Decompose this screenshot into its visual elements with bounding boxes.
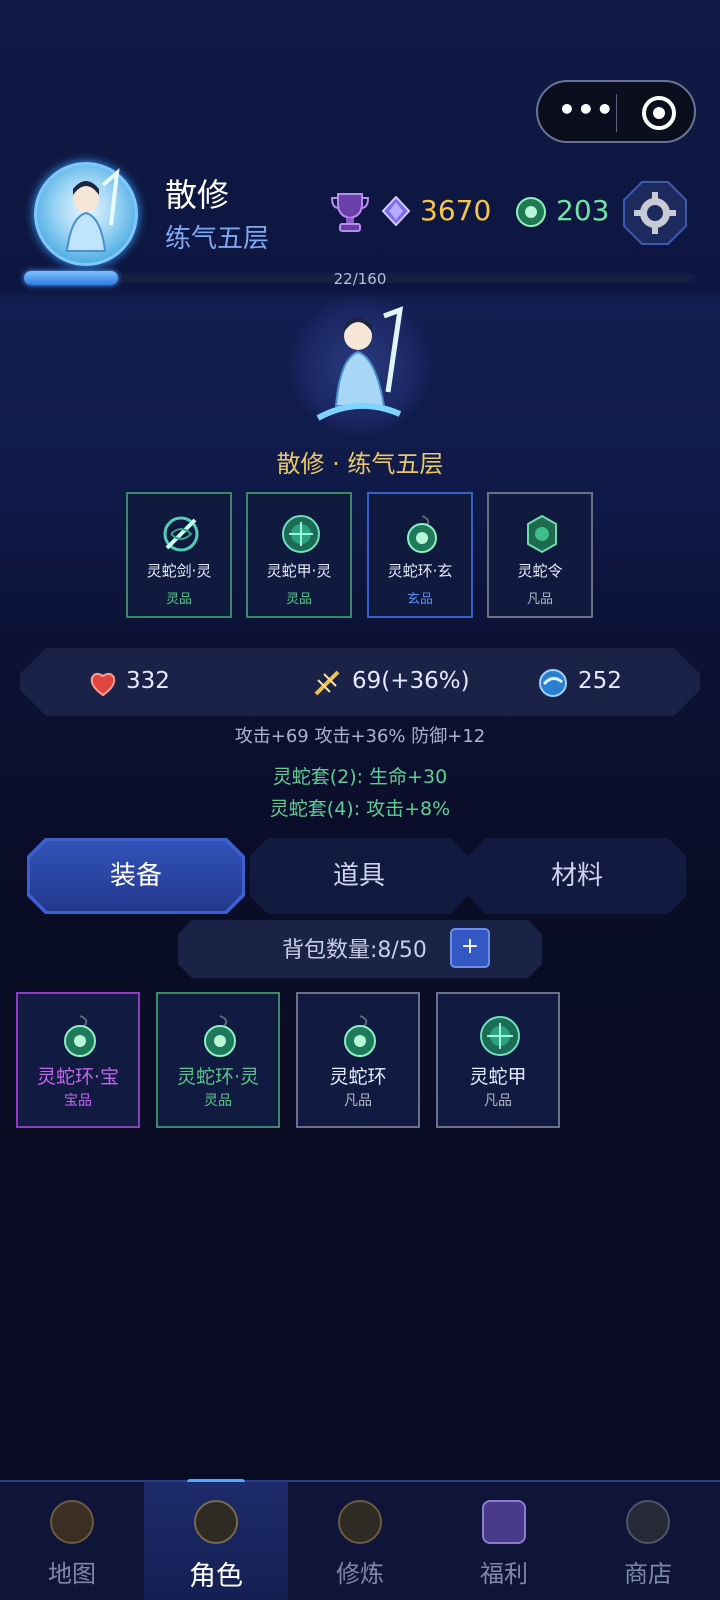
trophy-icon[interactable] [330,188,370,234]
tab-label: 装备 [109,861,162,891]
settings-gear-icon[interactable] [622,180,688,246]
inventory-item[interactable]: 灵蛇环·宝 宝品 [16,992,140,1128]
more-options-icon[interactable]: ••• [558,96,614,124]
tab-items[interactable]: 道具 [250,838,468,914]
item-name: 灵蛇环 [329,1066,387,1088]
ring-icon [402,514,442,554]
expand-bag-button[interactable]: + [450,928,490,968]
item-quality: 凡品 [344,1093,372,1109]
item-quality: 灵品 [204,1093,232,1109]
hero-portrait [288,296,432,436]
equip-slot-armor[interactable]: 灵蛇甲·灵 灵品 [246,492,352,618]
jade-count: 203 [556,194,610,227]
nav-label: 修炼 [336,1560,384,1588]
armor-icon [281,514,321,554]
jade-icon [515,196,547,228]
inventory-item[interactable]: 灵蛇环·灵 灵品 [156,992,280,1128]
tab-label: 道具 [332,861,385,891]
bonus-stats: 攻击+69 攻击+36% 防御+12 [234,726,486,747]
set-bonus-4: 灵蛇套(4): 攻击+8% [269,798,451,820]
hp-value: 332 [126,668,170,694]
equip-quality: 玄品 [406,592,433,607]
spirit-stone-icon [381,195,411,227]
shop-icon [626,1500,670,1544]
nav-shop[interactable]: 商店 [576,1482,720,1600]
defense-icon [538,668,568,698]
token-icon [522,514,562,554]
capsule-divider [616,94,617,132]
equip-quality: 灵品 [285,592,312,607]
item-name: 灵蛇甲 [469,1066,527,1088]
item-quality: 宝品 [64,1093,92,1109]
defense-value: 252 [578,668,622,694]
miniprogram-capsule: ••• [536,80,696,143]
tab-label: 材料 [550,861,603,891]
attack-value: 69(+36%) [352,668,470,694]
map-icon [50,1500,94,1544]
tab-equipment[interactable]: 装备 [27,838,245,914]
hp-icon [88,668,118,698]
nav-cultivate[interactable]: 修炼 [288,1482,432,1600]
equip-slot-token[interactable]: 灵蛇令 凡品 [487,492,593,618]
equip-name: 灵蛇甲·灵 [266,562,332,580]
close-miniprogram-icon[interactable] [642,96,676,130]
item-name: 灵蛇环·灵 [176,1066,260,1088]
spirit-stone-count: 3670 [420,194,492,227]
nav-label: 角色 [189,1561,243,1592]
tab-materials[interactable]: 材料 [468,838,686,914]
cultivate-icon [338,1500,382,1544]
set-bonus-2: 灵蛇套(2): 生命+30 [272,766,448,788]
nav-label: 商店 [624,1560,672,1588]
gift-icon [482,1500,526,1544]
hero-title: 散修 · 练气五层 [276,450,444,478]
nav-map[interactable]: 地图 [0,1482,144,1600]
attack-icon [312,668,342,698]
equip-quality: 灵品 [165,592,192,607]
equip-slot-ring[interactable]: 灵蛇环·玄 玄品 [367,492,473,618]
nav-label: 福利 [480,1560,528,1588]
armor-icon [480,1014,520,1058]
equip-name: 灵蛇环·玄 [387,562,453,580]
nav-welfare[interactable]: 福利 [432,1482,576,1600]
ring-icon [340,1014,380,1058]
equip-quality: 凡品 [526,592,553,607]
bag-capacity: 背包数量:8/50 [282,938,427,963]
item-name: 灵蛇环·宝 [36,1066,120,1088]
equip-name: 灵蛇令 [517,562,563,580]
nav-label: 地图 [48,1560,96,1588]
player-avatar[interactable] [34,162,138,266]
ring-icon [60,1014,100,1058]
character-icon [194,1500,238,1544]
exp-text: 22/160 [333,270,387,288]
item-quality: 凡品 [484,1093,512,1109]
sword-icon [161,514,201,554]
exp-bar-fill [24,271,118,285]
equip-slot-weapon[interactable]: 灵蛇剑·灵 灵品 [126,492,232,618]
player-realm: 练气五层 [165,224,270,254]
player-name: 散修 [165,176,230,214]
ring-icon [200,1014,240,1058]
equip-name: 灵蛇剑·灵 [146,562,212,580]
inventory-item[interactable]: 灵蛇环 凡品 [296,992,420,1128]
nav-character[interactable]: 角色 [144,1482,288,1600]
inventory-item[interactable]: 灵蛇甲 凡品 [436,992,560,1128]
